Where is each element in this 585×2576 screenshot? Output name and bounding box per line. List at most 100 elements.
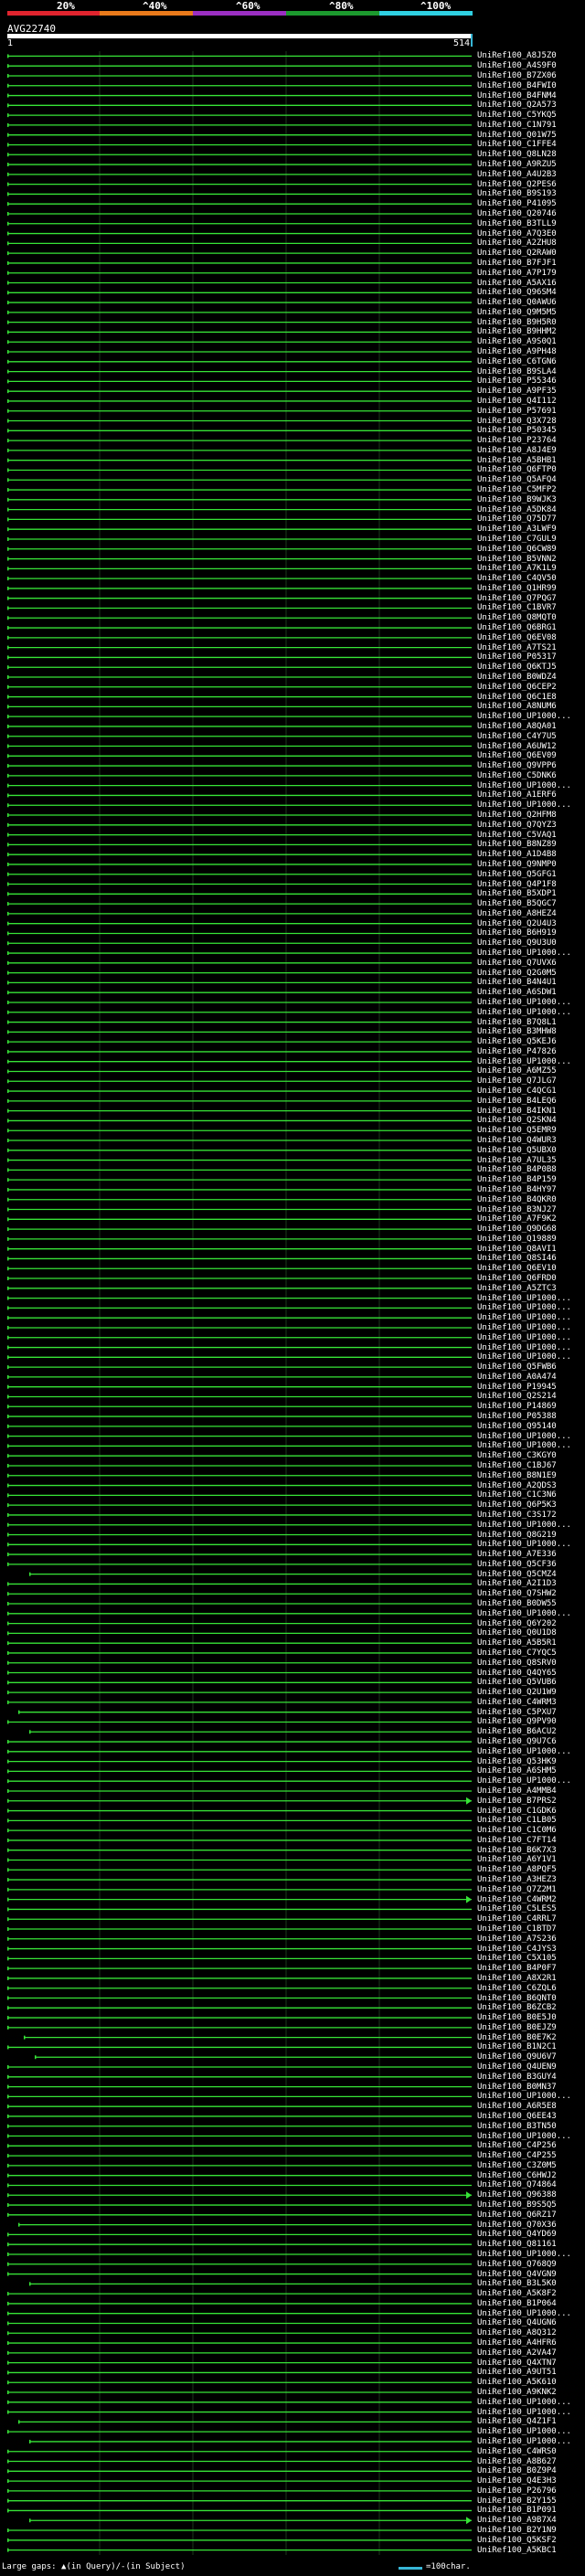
hit-label[interactable]: UniRef100_Q4VGN9 bbox=[477, 2270, 585, 2279]
hit-label[interactable]: UniRef100_A5B5R1 bbox=[477, 1638, 585, 1648]
hit-label[interactable]: UniRef100_C4P256 bbox=[477, 2141, 585, 2150]
hit-label[interactable]: UniRef100_UP1000... bbox=[477, 1313, 585, 1322]
hit-label[interactable]: UniRef100_A6Y1V1 bbox=[477, 1855, 585, 1864]
hit-label[interactable]: UniRef100_Q4Z1F1 bbox=[477, 2417, 585, 2426]
hit-label[interactable]: UniRef100_B5VNN2 bbox=[477, 555, 585, 564]
hit-label[interactable]: UniRef100_C7FT14 bbox=[477, 1836, 585, 1845]
hit-label[interactable]: UniRef100_B6K7X3 bbox=[477, 1846, 585, 1855]
hit-label[interactable]: UniRef100_UP1000... bbox=[477, 1333, 585, 1342]
hit-label[interactable]: UniRef100_A5KBC1 bbox=[477, 2546, 585, 2555]
hit-label[interactable]: UniRef100_B0E5J0 bbox=[477, 2013, 585, 2022]
hit-label[interactable]: UniRef100_P55346 bbox=[477, 376, 585, 386]
hit-label[interactable]: UniRef100_A4U2B3 bbox=[477, 170, 585, 179]
hit-label[interactable]: UniRef100_A6SHM5 bbox=[477, 1766, 585, 1776]
hit-label[interactable]: UniRef100_Q5KSF2 bbox=[477, 2536, 585, 2545]
hit-label[interactable]: UniRef100_P14869 bbox=[477, 1402, 585, 1411]
hit-label[interactable]: UniRef100_Q6BRG1 bbox=[477, 623, 585, 632]
hit-label[interactable]: UniRef100_P23764 bbox=[477, 436, 585, 445]
hit-label[interactable]: UniRef100_P57691 bbox=[477, 407, 585, 416]
hit-label[interactable]: UniRef100_UP1000... bbox=[477, 1294, 585, 1303]
hit-label[interactable]: UniRef100_C4RRL7 bbox=[477, 1914, 585, 1924]
hit-label[interactable]: UniRef100_UP1000... bbox=[477, 781, 585, 790]
hit-label[interactable]: UniRef100_B5XDP1 bbox=[477, 889, 585, 898]
hit-label[interactable]: UniRef100_C1C3N6 bbox=[477, 1490, 585, 1500]
hit-label[interactable]: UniRef100_B9SLA4 bbox=[477, 367, 585, 376]
hit-label[interactable]: UniRef100_Q0U1D8 bbox=[477, 1628, 585, 1638]
hit-label[interactable]: UniRef100_Q5KEJ6 bbox=[477, 1037, 585, 1046]
hit-label[interactable]: UniRef100_Q96SM4 bbox=[477, 288, 585, 297]
hit-label[interactable]: UniRef100_Q4WUR3 bbox=[477, 1136, 585, 1145]
hit-label[interactable]: UniRef100_A8Q312 bbox=[477, 2328, 585, 2337]
hit-label[interactable]: UniRef100_Q81161 bbox=[477, 2240, 585, 2249]
hit-label[interactable]: UniRef100_Q6P5K3 bbox=[477, 1500, 585, 1510]
hit-label[interactable]: UniRef100_UP1000... bbox=[477, 2398, 585, 2407]
hit-label[interactable]: UniRef100_Q2A573 bbox=[477, 101, 585, 110]
hit-label[interactable]: UniRef100_A8QA01 bbox=[477, 722, 585, 731]
hit-label[interactable]: UniRef100_Q7PQG7 bbox=[477, 594, 585, 603]
hit-label[interactable]: UniRef100_B4FWI0 bbox=[477, 81, 585, 90]
hit-label[interactable]: UniRef100_UP1000... bbox=[477, 2408, 585, 2417]
hit-label[interactable]: UniRef100_Q6CW89 bbox=[477, 545, 585, 554]
hit-label[interactable]: UniRef100_C4WRM2 bbox=[477, 1895, 585, 1904]
hit-label[interactable]: UniRef100_A2QDS3 bbox=[477, 1481, 585, 1490]
hit-label[interactable]: UniRef100_Q5AFQ4 bbox=[477, 475, 585, 484]
hit-label[interactable]: UniRef100_B4LEQ6 bbox=[477, 1097, 585, 1106]
hit-label[interactable]: UniRef100_C5YKQ5 bbox=[477, 111, 585, 120]
hit-label[interactable]: UniRef100_Q5UBX0 bbox=[477, 1146, 585, 1155]
hit-label[interactable]: UniRef100_Q2HFM8 bbox=[477, 811, 585, 820]
hit-label[interactable]: UniRef100_Q01W75 bbox=[477, 131, 585, 140]
hit-label[interactable]: UniRef100_Q8LN28 bbox=[477, 150, 585, 159]
hit-label[interactable]: UniRef100_Q6EV08 bbox=[477, 633, 585, 642]
hit-label[interactable]: UniRef100_B1N2C1 bbox=[477, 2042, 585, 2051]
hit-label[interactable]: UniRef100_C4WRS0 bbox=[477, 2447, 585, 2456]
hit-label[interactable]: UniRef100_Q7UVX6 bbox=[477, 959, 585, 968]
hit-label[interactable]: UniRef100_UP1000... bbox=[477, 2427, 585, 2436]
hit-label[interactable]: UniRef100_Q1HR99 bbox=[477, 584, 585, 593]
hit-label[interactable]: UniRef100_C1BJ67 bbox=[477, 1461, 585, 1470]
hit-label[interactable]: UniRef100_C1LB05 bbox=[477, 1816, 585, 1825]
hit-label[interactable]: UniRef100_B4HY97 bbox=[477, 1185, 585, 1194]
hit-label[interactable]: UniRef100_C4Y7U5 bbox=[477, 732, 585, 741]
hit-label[interactable]: UniRef100_A9KNK2 bbox=[477, 2388, 585, 2397]
hit-label[interactable]: UniRef100_Q5VUB6 bbox=[477, 1678, 585, 1687]
hit-label[interactable]: UniRef100_B4QKR0 bbox=[477, 1195, 585, 1204]
hit-label[interactable]: UniRef100_C3S172 bbox=[477, 1511, 585, 1520]
hit-label[interactable]: UniRef100_C5MFP2 bbox=[477, 485, 585, 494]
hit-label[interactable]: UniRef100_B6QNT0 bbox=[477, 1994, 585, 2003]
hit-label[interactable]: UniRef100_C3KGY0 bbox=[477, 1451, 585, 1460]
hit-label[interactable]: UniRef100_Q9M5M5 bbox=[477, 308, 585, 317]
hit-label[interactable]: UniRef100_B0MN37 bbox=[477, 2083, 585, 2092]
hit-label[interactable]: UniRef100_UP1000... bbox=[477, 1303, 585, 1312]
hit-label[interactable]: UniRef100_A1ERF6 bbox=[477, 790, 585, 800]
hit-label[interactable]: UniRef100_C1GDK6 bbox=[477, 1807, 585, 1816]
hit-label[interactable]: UniRef100_P05388 bbox=[477, 1412, 585, 1421]
hit-label[interactable]: UniRef100_A1D4B8 bbox=[477, 850, 585, 859]
hit-label[interactable]: UniRef100_Q8SRV0 bbox=[477, 1659, 585, 1668]
hit-label[interactable]: UniRef100_A7K1L9 bbox=[477, 564, 585, 573]
hit-label[interactable]: UniRef100_Q768Q9 bbox=[477, 2260, 585, 2269]
hit-label[interactable]: UniRef100_UP1000... bbox=[477, 800, 585, 810]
hit-label[interactable]: UniRef100_Q9U6V7 bbox=[477, 2052, 585, 2062]
hit-label[interactable]: UniRef100_A8HEZ4 bbox=[477, 909, 585, 918]
hit-label[interactable]: UniRef100_UP1000... bbox=[477, 998, 585, 1007]
hit-label[interactable]: UniRef100_B9HHM2 bbox=[477, 327, 585, 336]
hit-label[interactable]: UniRef100_UP1000... bbox=[477, 1540, 585, 1549]
hit-label[interactable]: UniRef100_C5VAQ1 bbox=[477, 831, 585, 840]
hit-label[interactable]: UniRef100_UP1000... bbox=[477, 1008, 585, 1017]
hit-label[interactable]: UniRef100_UP1000... bbox=[477, 949, 585, 958]
hit-label[interactable]: UniRef100_C4JYS3 bbox=[477, 1945, 585, 1954]
hit-label[interactable]: UniRef100_P19945 bbox=[477, 1383, 585, 1392]
hit-label[interactable]: UniRef100_A7P179 bbox=[477, 269, 585, 278]
hit-label[interactable]: UniRef100_B9WJK3 bbox=[477, 495, 585, 504]
hit-label[interactable]: UniRef100_B0EJZ9 bbox=[477, 2023, 585, 2032]
hit-label[interactable]: UniRef100_Q9PV90 bbox=[477, 1717, 585, 1726]
hit-label[interactable]: UniRef100_B4P159 bbox=[477, 1175, 585, 1184]
hit-label[interactable]: UniRef100_A0A474 bbox=[477, 1373, 585, 1382]
hit-label[interactable]: UniRef100_B7FJF1 bbox=[477, 259, 585, 268]
hit-label[interactable]: UniRef100_B0E7K2 bbox=[477, 2033, 585, 2042]
hit-label[interactable]: UniRef100_UP1000... bbox=[477, 1776, 585, 1786]
hit-label[interactable]: UniRef100_A8NUM6 bbox=[477, 702, 585, 711]
hit-label[interactable]: UniRef100_UP1000... bbox=[477, 1441, 585, 1450]
hit-label[interactable]: UniRef100_Q7QYZ3 bbox=[477, 821, 585, 830]
hit-label[interactable]: UniRef100_Q4XTN7 bbox=[477, 2359, 585, 2368]
